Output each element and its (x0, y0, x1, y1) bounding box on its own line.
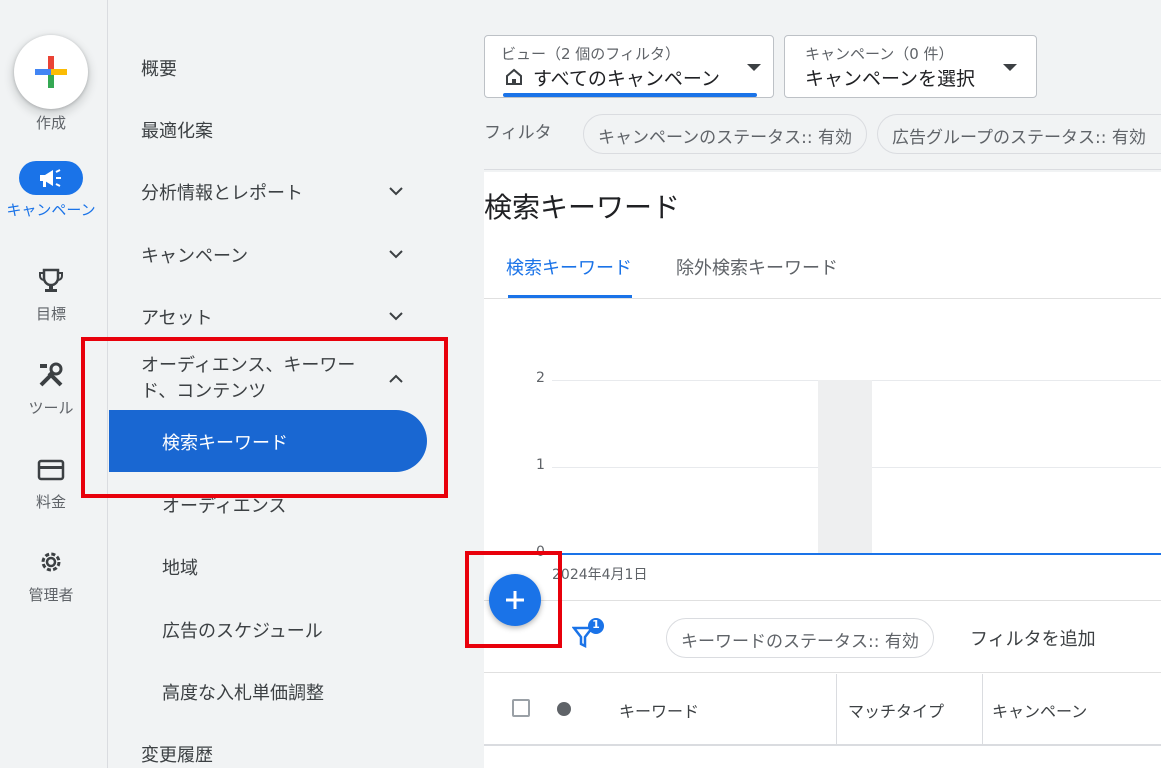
nav-locations[interactable]: 地域 (162, 554, 198, 580)
chevron-down-icon[interactable] (387, 182, 405, 200)
chart-divider (484, 600, 1161, 601)
google-ads-app: 作成 キャンペーン 目標 ツール 料金 管理者 概要 最適化案 分析情報とレポー… (0, 0, 1161, 768)
date-highlight-band (818, 380, 872, 555)
nav-recommendations[interactable]: 最適化案 (141, 117, 213, 143)
admin-label: 管理者 (28, 586, 74, 604)
series-line (552, 553, 1161, 555)
chevron-down-icon[interactable] (387, 307, 405, 325)
highlight-box (81, 337, 448, 498)
column-header-campaign[interactable]: キャンペーン (992, 698, 1087, 722)
select-all-checkbox[interactable] (512, 699, 530, 717)
megaphone-icon (40, 169, 61, 187)
filter-label: フィルタ (484, 123, 552, 143)
dropdown-arrow-icon (747, 64, 761, 71)
campaigns-rail-button[interactable] (19, 161, 83, 195)
add-filter-button[interactable]: フィルタを追加 (970, 625, 1096, 651)
campaign-dropdown-value: キャンペーンを選択 (805, 68, 976, 90)
trophy-icon[interactable] (36, 266, 66, 296)
nav-overview[interactable]: 概要 (141, 55, 177, 81)
home-icon (506, 68, 522, 85)
nav-campaigns[interactable]: キャンペーン (141, 242, 248, 268)
view-underline (503, 93, 757, 97)
content-card: 検索キーワード 検索キーワード 除外検索キーワード 2 1 0 2024年4月1… (484, 172, 1161, 768)
plus-icon (35, 56, 67, 88)
column-header-keyword[interactable]: キーワード (619, 698, 699, 722)
chevron-down-icon[interactable] (387, 245, 405, 263)
nav-assets[interactable]: アセット (141, 304, 213, 330)
tab-search-keywords[interactable]: 検索キーワード (506, 254, 632, 280)
keyword-status-chip[interactable]: キーワードのステータス:: 有効 (666, 618, 934, 658)
header-divider (484, 169, 1161, 170)
keyword-chart: 2 1 0 2024年4月1日 (484, 299, 1161, 599)
nav-change-history[interactable]: 変更履歴 (141, 741, 213, 767)
y-tick-label: 1 (536, 457, 545, 473)
nav-advanced-bid[interactable]: 高度な入札単価調整 (162, 679, 324, 705)
highlight-box (465, 551, 562, 648)
adgroup-status-chip[interactable]: 広告グループのステータス:: 有効 (877, 114, 1161, 154)
x-tick-label: 2024年4月1日 (552, 567, 648, 583)
y-tick-label: 2 (536, 370, 545, 386)
tools-icon[interactable] (36, 360, 66, 390)
view-dropdown-label: ビュー（2 個のフィルタ） (501, 45, 681, 63)
status-dot-icon (557, 702, 571, 716)
tab-negative-keywords[interactable]: 除外検索キーワード (676, 254, 838, 280)
view-dropdown-value: すべてのキャンペーン (533, 68, 720, 90)
campaign-dropdown-label: キャンペーン（0 件） (805, 45, 954, 63)
dropdown-arrow-icon (1003, 64, 1017, 71)
table-header-divider (484, 744, 1161, 746)
credit-card-icon[interactable] (36, 455, 66, 485)
campaigns-rail-label: キャンペーン (6, 201, 96, 219)
gear-icon[interactable] (36, 547, 66, 577)
column-divider (836, 674, 837, 744)
campaign-dropdown[interactable]: キャンペーン（0 件） キャンペーンを選択 (784, 35, 1037, 98)
create-label: 作成 (35, 114, 66, 132)
nav-ad-schedule[interactable]: 広告のスケジュール (162, 617, 323, 643)
nav-insights[interactable]: 分析情報とレポート (141, 179, 303, 205)
column-header-match-type[interactable]: マッチタイプ (848, 698, 944, 722)
main-panel: ビュー（2 個のフィルタ） すべてのキャンペーン キャンペーン（0 件） キャン… (460, 0, 1161, 768)
campaign-status-chip[interactable]: キャンペーンのステータス:: 有効 (583, 114, 868, 154)
page-title: 検索キーワード (484, 191, 681, 224)
create-button[interactable] (14, 35, 88, 109)
column-divider (982, 674, 983, 744)
goals-label: 目標 (35, 305, 66, 323)
toolbar-divider (484, 672, 1161, 673)
filter-badge: 1 (592, 618, 600, 631)
view-dropdown[interactable]: ビュー（2 個のフィルタ） すべてのキャンペーン (484, 35, 774, 98)
